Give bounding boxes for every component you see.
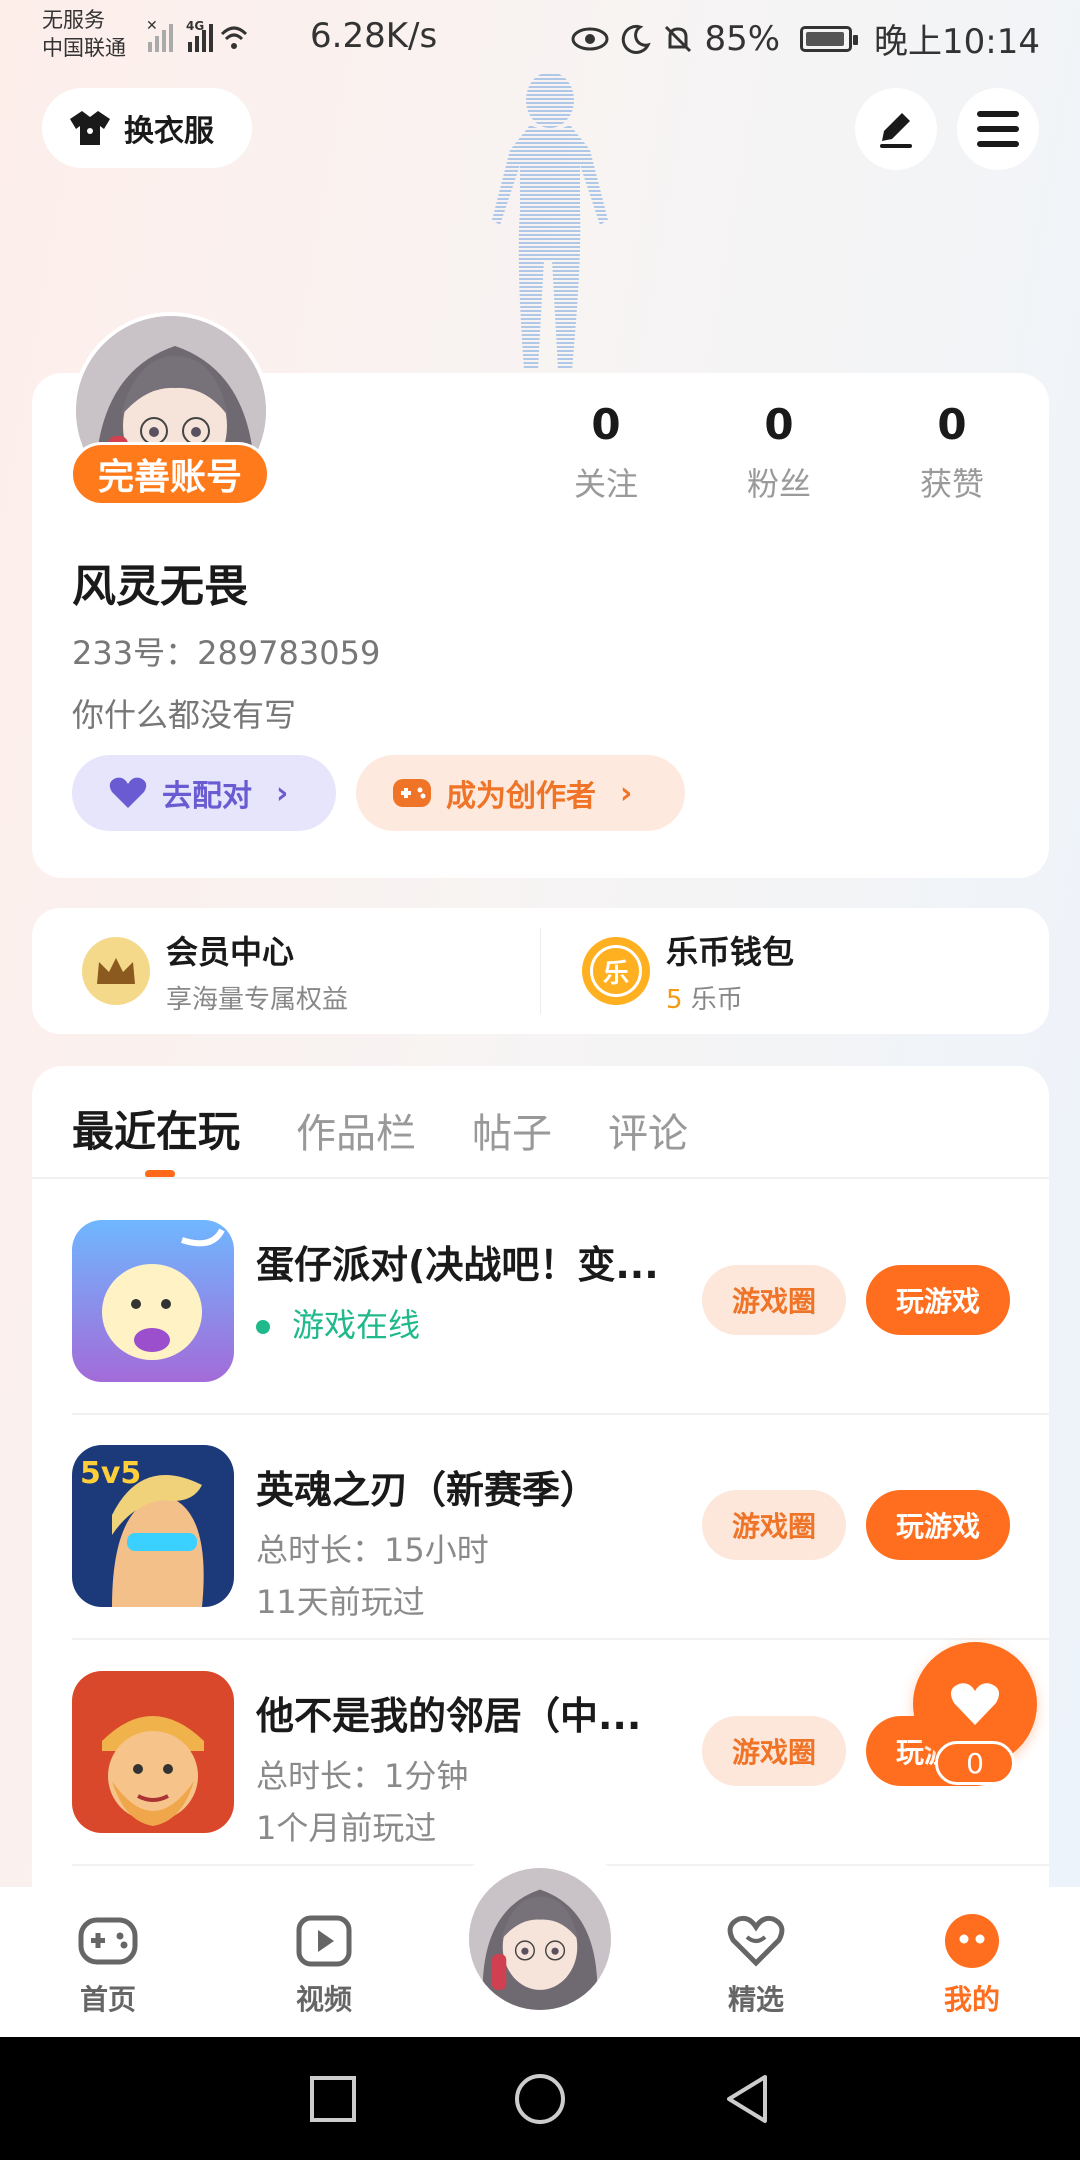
coin-title: 乐币钱包 bbox=[666, 932, 795, 971]
smile-icon bbox=[945, 1914, 999, 1968]
change-outfit-label: 换衣服 bbox=[124, 114, 214, 149]
match-button[interactable]: 去配对 › bbox=[72, 755, 336, 831]
nav-mine[interactable]: 我的 bbox=[912, 1910, 1032, 2018]
vip-center-entry[interactable]: 会员中心 享海量专属权益 bbox=[82, 908, 348, 1034]
game-playtime: 总时长：15小时 bbox=[256, 1531, 489, 1569]
system-nav-bar bbox=[0, 2037, 1080, 2160]
carrier-info: 无服务 中国联通 bbox=[42, 8, 126, 60]
become-creator-button[interactable]: 成为创作者 › bbox=[356, 755, 685, 831]
gamepad-icon bbox=[78, 1917, 138, 1965]
match-label: 去配对 bbox=[162, 779, 252, 814]
tab-recent-play[interactable]: 最近在玩 bbox=[72, 1098, 240, 1159]
battery-icon bbox=[800, 25, 859, 52]
coin-wallet-entry[interactable]: 乐 乐币钱包 5 乐币 bbox=[582, 908, 794, 1034]
status-bar: 无服务 中国联通 ✕ 4G 6.28K/s 85% 晚上10:14 bbox=[0, 0, 1080, 72]
net-speed: 6.28K/s bbox=[310, 16, 438, 56]
hamburger-icon bbox=[977, 111, 1019, 147]
svg-text:✕: ✕ bbox=[146, 18, 158, 34]
become-creator-label: 成为创作者 bbox=[446, 779, 596, 814]
game-name: 他不是我的邻居（中... bbox=[256, 1694, 642, 1738]
game-circle-button[interactable]: 游戏圈 bbox=[702, 1490, 846, 1560]
svg-text:5v5: 5v5 bbox=[80, 1456, 141, 1491]
play-icon bbox=[296, 1915, 352, 1967]
divider bbox=[540, 928, 541, 1014]
play-game-button[interactable]: 玩游戏 bbox=[866, 1490, 1010, 1560]
nav-avatar-button[interactable] bbox=[469, 1868, 611, 2010]
game-icon-yinghun[interactable]: 5v5 bbox=[72, 1445, 234, 1607]
gamepad-icon bbox=[393, 779, 431, 807]
tab-works[interactable]: 作品栏 bbox=[296, 1101, 416, 1159]
coin-icon: 乐 bbox=[582, 937, 650, 1005]
eye-icon bbox=[571, 27, 609, 50]
complete-account-badge[interactable]: 完善账号 bbox=[70, 442, 270, 506]
chevron-right-icon: › bbox=[620, 775, 633, 811]
vip-subtitle: 享海量专属权益 bbox=[166, 984, 349, 1015]
battery-text: 85% bbox=[704, 18, 781, 59]
avatar-image bbox=[469, 1868, 611, 2010]
game-circle-button[interactable]: 游戏圈 bbox=[702, 1716, 846, 1786]
wallet-card: 会员中心 享海量专属权益 乐 乐币钱包 5 乐币 bbox=[32, 908, 1049, 1034]
crown-icon bbox=[82, 937, 150, 1005]
profile-tabs: 最近在玩 作品栏 帖子 评论 bbox=[72, 1098, 744, 1159]
menu-button[interactable] bbox=[957, 88, 1039, 170]
chevron-right-icon: › bbox=[276, 775, 289, 811]
heart-icon bbox=[109, 777, 147, 808]
coin-balance: 5 乐币 bbox=[666, 984, 743, 1015]
svg-text:4G: 4G bbox=[186, 19, 204, 33]
heart-outline-icon bbox=[727, 1915, 785, 1967]
game-playtime: 总时长：1分钟 bbox=[256, 1757, 469, 1795]
game-name: 蛋仔派对(决战吧！变... bbox=[256, 1243, 659, 1287]
user-id: 233号：289783059 bbox=[72, 634, 381, 672]
game-online-status: 游戏在线 bbox=[256, 1300, 420, 1346]
divider bbox=[72, 1638, 1049, 1640]
game-last-played: 1个月前玩过 bbox=[256, 1809, 437, 1847]
game-icon-eggy-party[interactable] bbox=[72, 1220, 234, 1382]
moon-icon bbox=[622, 24, 652, 54]
nickname: 风灵无畏 bbox=[72, 561, 248, 612]
stat-following[interactable]: 0 关注 bbox=[536, 400, 676, 505]
nav-video[interactable]: 视频 bbox=[264, 1910, 384, 2018]
stat-likes[interactable]: 0 获赞 bbox=[882, 400, 1022, 505]
online-dot bbox=[256, 1320, 270, 1334]
vip-title: 会员中心 bbox=[166, 932, 295, 971]
divider bbox=[72, 1413, 1049, 1415]
signal-icon: ✕ 4G bbox=[146, 18, 248, 52]
tab-posts[interactable]: 帖子 bbox=[472, 1101, 552, 1159]
game-name: 英魂之刃（新赛季） bbox=[256, 1468, 599, 1512]
play-game-button[interactable]: 玩游戏 bbox=[866, 1265, 1010, 1335]
recents-icon[interactable] bbox=[309, 2075, 357, 2123]
tab-comments[interactable]: 评论 bbox=[608, 1101, 688, 1159]
divider bbox=[32, 1177, 1049, 1179]
mute-icon bbox=[665, 25, 692, 52]
like-count-badge: 0 bbox=[935, 1741, 1015, 1785]
status-right: 85% 晚上10:14 bbox=[570, 14, 1040, 63]
game-circle-button[interactable]: 游戏圈 bbox=[702, 1265, 846, 1335]
clock: 晚上10:14 bbox=[874, 22, 1040, 62]
edit-button[interactable] bbox=[855, 88, 937, 170]
pen-icon bbox=[880, 113, 912, 148]
back-triangle-icon[interactable] bbox=[723, 2073, 771, 2125]
bio: 你什么都没有写 bbox=[72, 696, 297, 734]
change-outfit-button[interactable]: 换衣服 bbox=[42, 88, 252, 168]
shirt-icon bbox=[70, 111, 110, 145]
stat-fans[interactable]: 0 粉丝 bbox=[709, 400, 849, 505]
nav-featured[interactable]: 精选 bbox=[696, 1910, 816, 2018]
game-last-played: 11天前玩过 bbox=[256, 1583, 425, 1621]
game-icon-not-my-neighbor[interactable] bbox=[72, 1671, 234, 1833]
home-circle-icon[interactable] bbox=[514, 2073, 566, 2125]
heart-icon bbox=[950, 1683, 1000, 1725]
avatar-figure bbox=[492, 72, 608, 370]
nav-home[interactable]: 首页 bbox=[48, 1910, 168, 2018]
